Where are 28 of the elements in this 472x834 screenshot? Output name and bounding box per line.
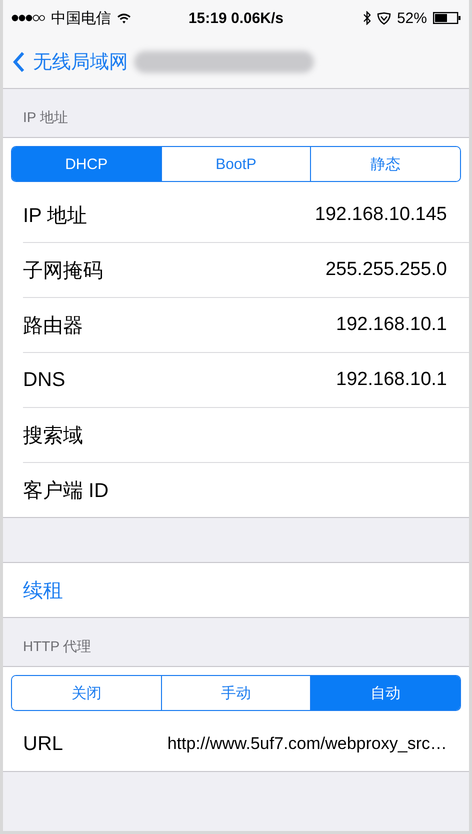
back-button[interactable]: 无线局域网 (13, 49, 128, 75)
row-label: 客户端 ID (23, 478, 109, 504)
renew-link[interactable]: 续租 (23, 576, 63, 604)
bluetooth-icon (362, 11, 371, 25)
segment-tab[interactable]: 静态 (310, 147, 460, 181)
chevron-left-icon (13, 51, 25, 73)
row-value: 255.255.255.0 (325, 259, 447, 281)
segment-tab[interactable]: 自动 (310, 676, 460, 710)
section-header: IP 地址 (22, 108, 69, 127)
section-header: HTTP 代理 (22, 637, 92, 656)
row-value: 192.168.10.1 (336, 314, 447, 336)
row-value: http://www.5uf7.com/webproxy_src… (167, 734, 447, 754)
row-label: URL (23, 732, 64, 756)
row-label: 搜索域 (23, 424, 83, 448)
row-value: 192.168.10.145 (314, 204, 447, 226)
row-label: IP 地址 (23, 204, 88, 228)
shield-icon (376, 12, 391, 24)
segment-tab[interactable]: DHCP (12, 147, 161, 181)
row-value: 192.168.10.1 (336, 369, 447, 391)
wifi-icon (117, 12, 131, 24)
signal-icon (11, 14, 45, 22)
row-label: 路由器 (23, 314, 83, 338)
battery-percent: 52% (396, 10, 427, 26)
carrier-name: 中国电信 (51, 8, 111, 28)
row-label: DNS (23, 368, 66, 392)
battery-icon (433, 12, 461, 24)
row-label: 子网掩码 (23, 258, 103, 284)
status-time: 15:19 0.06K/s (188, 10, 284, 26)
